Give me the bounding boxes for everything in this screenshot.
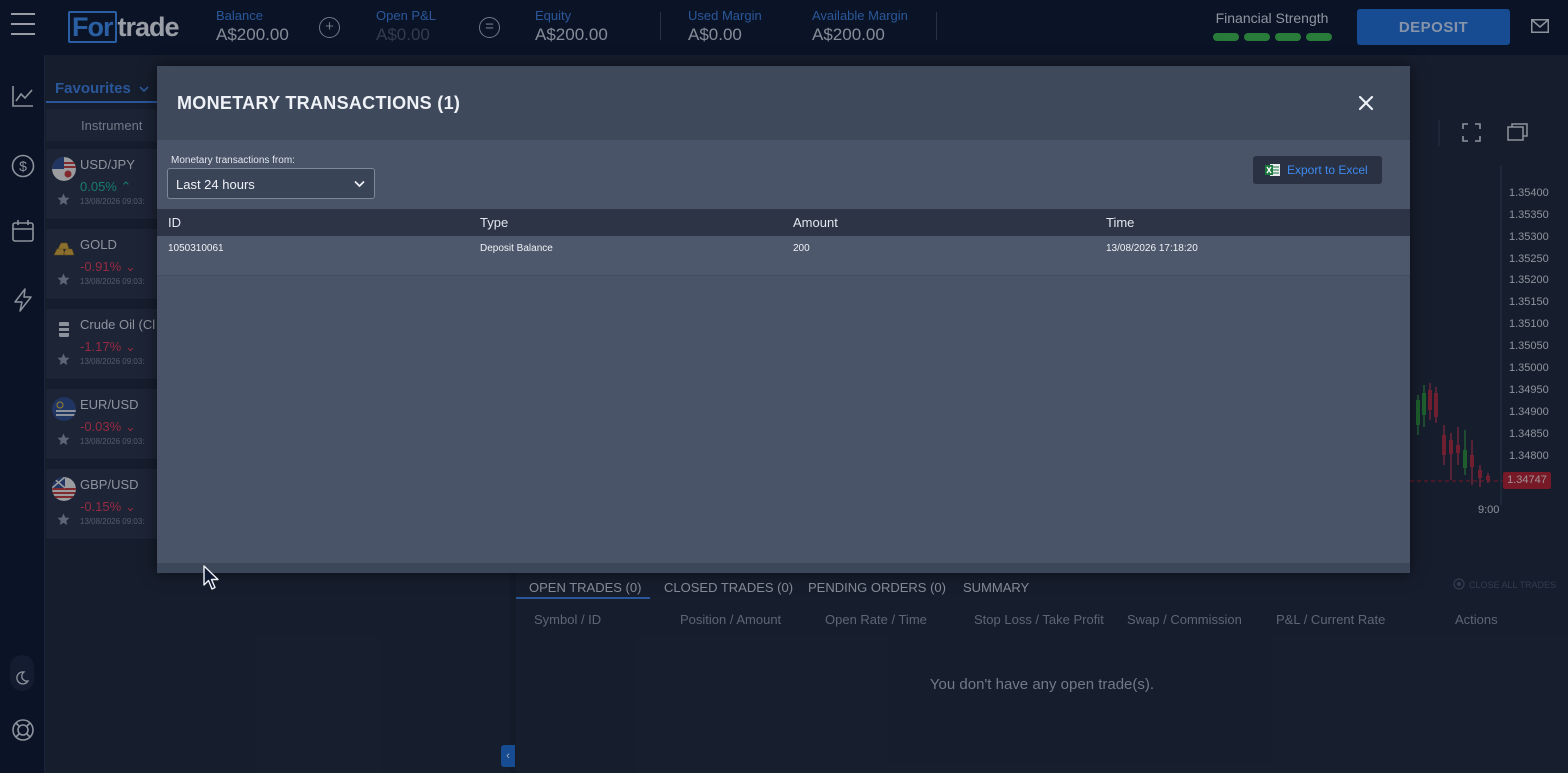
dialog-header: MONETARY TRANSACTIONS (1) [157, 66, 1410, 140]
column-header-id: ID [168, 215, 181, 230]
close-icon[interactable] [1357, 94, 1375, 112]
cell-id: 1050310061 [168, 243, 224, 254]
filter-label: Monetary transactions from: [171, 155, 295, 166]
date-range-select[interactable]: Last 24 hours [167, 168, 375, 199]
table-row[interactable]: 1050310061 Deposit Balance 200 13/08/202… [157, 236, 1410, 276]
transactions-table-header: ID Type Amount Time [157, 209, 1410, 236]
cell-type: Deposit Balance [480, 243, 553, 254]
monetary-transactions-dialog: MONETARY TRANSACTIONS (1) Monetary trans… [157, 66, 1410, 573]
column-header-type: Type [480, 215, 509, 230]
mouse-cursor-icon [203, 565, 219, 590]
chevron-down-icon [354, 180, 365, 188]
column-header-time: Time [1106, 215, 1135, 230]
export-to-excel-button[interactable]: Export to Excel [1253, 156, 1382, 184]
column-header-amount: Amount [793, 215, 838, 230]
excel-icon [1265, 164, 1280, 176]
dialog-title: MONETARY TRANSACTIONS (1) [177, 93, 461, 113]
cell-time: 13/08/2026 17:18:20 [1106, 243, 1198, 254]
cell-amount: 200 [793, 243, 810, 254]
dialog-resize-bar [157, 563, 1410, 573]
